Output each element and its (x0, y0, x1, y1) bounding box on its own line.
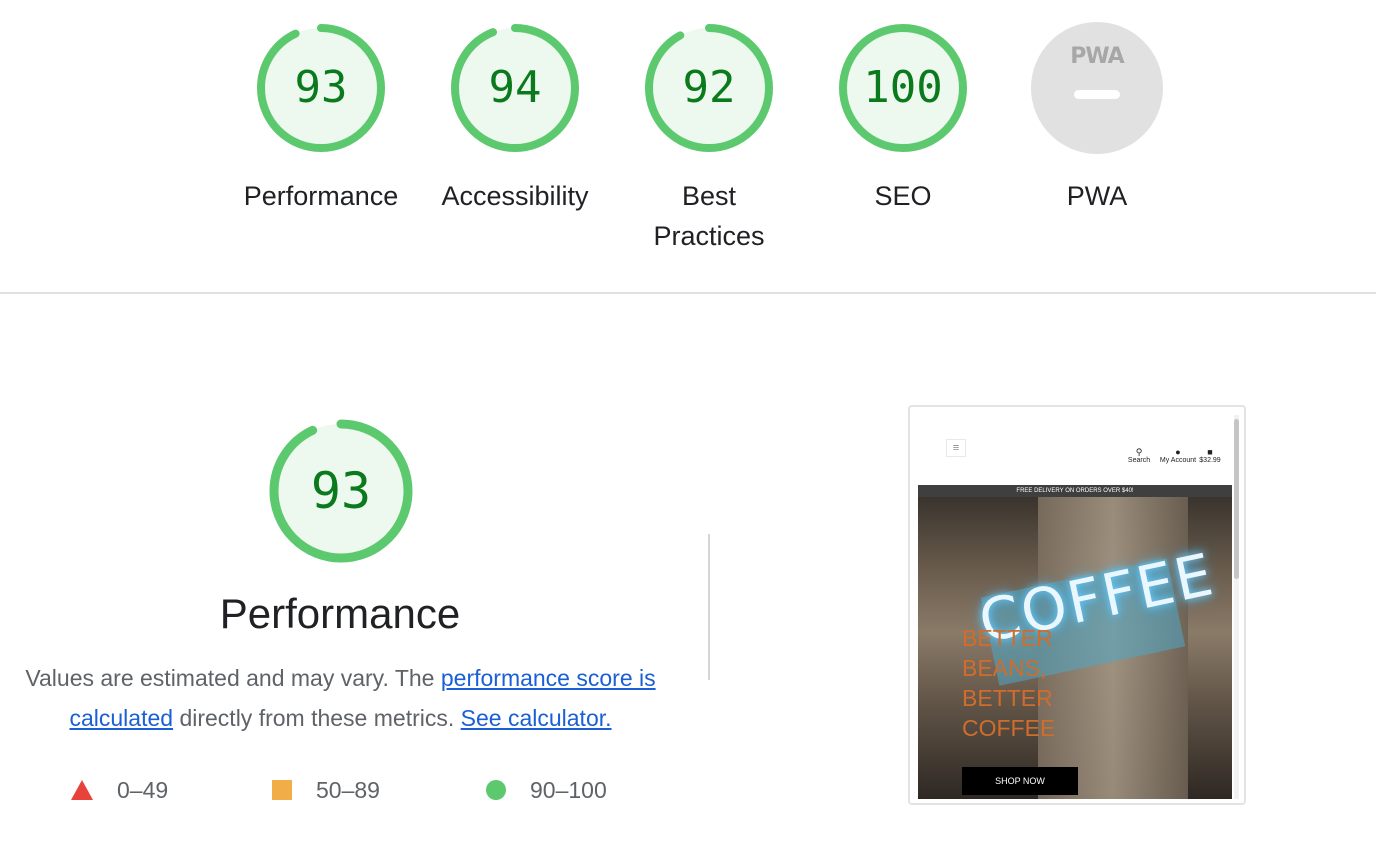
gauge-label: Best Practices (609, 176, 809, 256)
shop-now-button: SHOP NOW (962, 767, 1078, 795)
legend-pass: 90–100 (486, 774, 607, 806)
label-line-1: Best (681, 181, 737, 211)
score-value: 93 (294, 62, 348, 113)
headline-line: COFFEE (962, 715, 1056, 741)
legend-fail: 0–49 (71, 774, 168, 806)
legend-average-label: 50–89 (316, 776, 380, 803)
score-value: 100 (863, 62, 943, 113)
desc-text-2: directly from these metrics. (173, 705, 461, 731)
score-ring: 100 (837, 22, 969, 154)
desc-text-1: Values are estimated and may vary. The (25, 665, 441, 691)
hamburger-icon: ≡ (946, 439, 966, 457)
performance-section: 93 Performance Values are estimated and … (0, 294, 1376, 862)
performance-gauge: 93 (266, 416, 416, 566)
performance-description: Values are estimated and may vary. The p… (18, 658, 663, 738)
promo-banner: FREE DELIVERY ON ORDERS OVER $40! (918, 485, 1232, 497)
see-calculator-link[interactable]: See calculator. (461, 705, 612, 731)
square-icon (272, 780, 292, 800)
hero-image: COFFEE BETTER BEANS, BETTER COFFEE (918, 497, 1232, 799)
triangle-icon (71, 780, 93, 800)
pwa-badge-wrap: PWA (1031, 22, 1163, 154)
performance-title: Performance (219, 590, 461, 637)
nav-cart-label: $32.99 (1199, 457, 1221, 464)
nav-search-label: Search (1127, 457, 1151, 464)
dash-icon (1074, 90, 1120, 99)
gauge-label: PWA (1066, 181, 1128, 211)
legend-pass-label: 90–100 (530, 776, 607, 803)
score-ring: 92 (643, 22, 775, 154)
score-ring: 94 (449, 22, 581, 154)
nav-cart: ■ $32.99 (1186, 447, 1232, 464)
gauge-performance[interactable]: 93 Performance (221, 0, 421, 216)
headline-line: BETTER (962, 685, 1053, 711)
scrollbar-thumb (1234, 419, 1239, 579)
gauge-accessibility[interactable]: 94 Accessibility (415, 0, 615, 216)
legend-average: 50–89 (272, 774, 380, 806)
legend-fail-label: 0–49 (117, 776, 169, 803)
gauge-best-practices[interactable]: 92 Best Practices (609, 0, 809, 256)
gauge-label: SEO (874, 181, 932, 211)
score-value: 94 (488, 62, 542, 113)
bag-icon: ■ (1207, 447, 1213, 457)
gauge-seo[interactable]: 100 SEO (803, 0, 1003, 216)
gauge-pwa[interactable]: PWA PWA (997, 0, 1197, 216)
circle-icon (486, 780, 506, 800)
score-value: 92 (682, 62, 736, 113)
screenshot-viewport: ≡ ⚲ Search ● My Account ■ $32.99 FREE DE… (918, 415, 1232, 799)
gauge-label: Accessibility (441, 181, 589, 211)
vertical-divider (708, 534, 710, 680)
headline-line: BETTER (962, 625, 1053, 651)
headline-line: BEANS, (962, 655, 1047, 681)
label-line-2: Practices (653, 221, 765, 251)
pwa-logo-icon: PWA (1070, 44, 1124, 69)
pwa-badge: PWA (1031, 22, 1163, 154)
score-ring: 93 (255, 22, 387, 154)
performance-score: 93 (310, 462, 372, 520)
gauge-label: Performance (243, 181, 399, 211)
page-screenshot[interactable]: ≡ ⚲ Search ● My Account ■ $32.99 FREE DE… (908, 405, 1246, 805)
